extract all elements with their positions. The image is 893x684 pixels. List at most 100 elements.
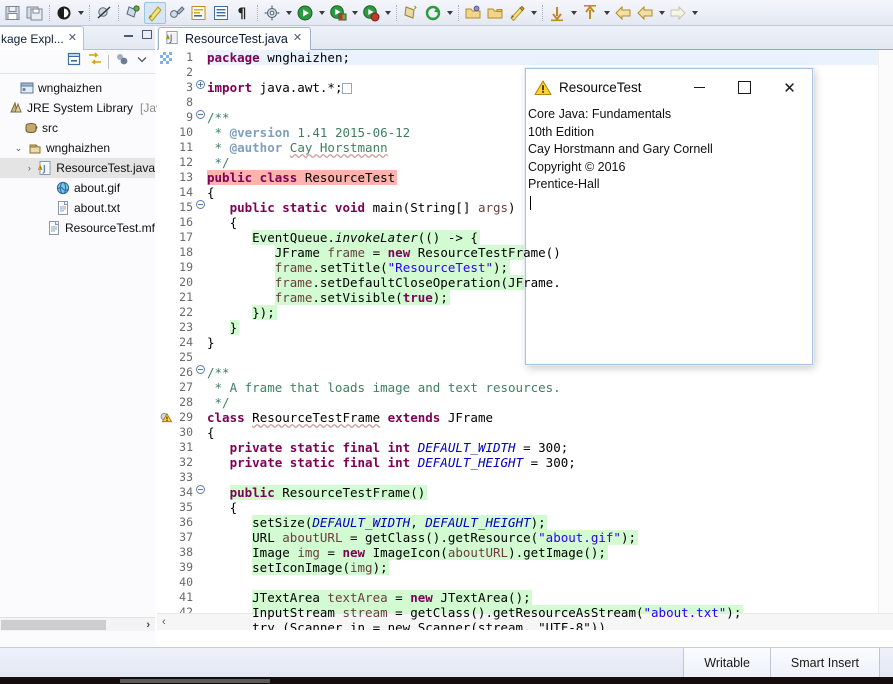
editor-vertical-scrollbar[interactable] (878, 50, 893, 630)
toolbar-separator (49, 4, 50, 21)
external-tools-icon[interactable] (166, 2, 188, 24)
save-all-icon[interactable] (24, 2, 46, 24)
tree-item-jre-library[interactable]: JRE System Library [Java (0, 98, 169, 118)
code-token: frame (274, 260, 313, 275)
package-icon (27, 140, 43, 156)
tree-item-resourcetest-mf[interactable]: ResourceTest.mf (0, 218, 155, 238)
code-token: "about.gif" (538, 530, 621, 545)
collapse-all-icon[interactable] (66, 51, 82, 72)
previous-annotation-icon[interactable] (579, 2, 601, 24)
open-folder-icon[interactable] (462, 2, 484, 24)
focus-on-active-task-icon[interactable] (114, 51, 130, 72)
fold-collapse-icon[interactable] (195, 365, 206, 380)
tree-item-about-gif[interactable]: about.gif (0, 178, 155, 198)
tree-item-label: ResourceTest.java (56, 161, 155, 175)
save-icon[interactable] (2, 2, 24, 24)
link-with-editor-icon[interactable] (87, 51, 103, 72)
scrollbar-thumb[interactable] (1, 619, 106, 630)
new-element-icon[interactable] (144, 1, 166, 24)
open-type-icon[interactable] (210, 2, 232, 24)
chevron-down-icon[interactable] (75, 2, 86, 24)
chevron-down-icon[interactable] (689, 2, 700, 24)
chevron-down-icon[interactable] (349, 2, 360, 24)
debug-icon[interactable] (53, 2, 75, 24)
tree-item-src[interactable]: src (0, 118, 155, 138)
scroll-right-icon[interactable]: › (146, 618, 150, 632)
code-token: wnghaizhen; (259, 50, 350, 65)
back-history-icon[interactable] (612, 2, 634, 24)
maximize-button[interactable] (722, 69, 767, 106)
toolbar-separator (118, 4, 119, 21)
package-explorer-hscrollbar[interactable]: › (0, 617, 155, 631)
chevron-down-icon[interactable] (568, 2, 579, 24)
skip-breakpoints-icon[interactable] (93, 2, 115, 24)
external-tools-config-icon[interactable] (261, 2, 283, 24)
line-number: 2 (186, 65, 193, 79)
code-token: /** (207, 365, 230, 380)
code-token: * (207, 140, 230, 155)
code-token: @version (229, 125, 290, 140)
chevron-down-icon[interactable] (601, 2, 612, 24)
scroll-left-icon[interactable]: ‹ (162, 616, 166, 628)
next-annotation-icon[interactable] (546, 2, 568, 24)
taskbar-active-item[interactable] (120, 679, 270, 683)
code-text: frame.setTitle("ResourceTest"); (207, 260, 508, 275)
new-package-icon[interactable] (400, 2, 422, 24)
txtfile-icon (46, 220, 62, 236)
dialog-textarea[interactable]: Core Java: Fundamentals 10th Edition Cay H… (526, 106, 812, 210)
chevron-down-icon[interactable] (656, 2, 667, 24)
minimize-button[interactable] (677, 69, 722, 106)
code-text: public ResourceTestFrame() (207, 485, 426, 500)
chevron-down-icon[interactable] (444, 2, 455, 24)
line-number: 10 (179, 125, 193, 139)
close-icon[interactable]: ✕ (68, 33, 77, 44)
run-coverage-icon[interactable] (327, 2, 349, 24)
tree-item-about-txt[interactable]: about.txt (0, 198, 155, 218)
show-whitespace-icon[interactable]: ¶ (232, 2, 254, 24)
fold-collapse-icon[interactable] (195, 200, 206, 215)
code-text: /** (207, 365, 230, 380)
expand-arrow-icon[interactable]: ⌄ (13, 143, 24, 154)
tree-item-package[interactable]: ⌄ wnghaizhen (0, 138, 155, 158)
tab-package-explorer[interactable]: kage Expl... ✕ (0, 26, 84, 50)
maximize-icon[interactable] (142, 29, 152, 39)
line-number: 33 (179, 470, 193, 484)
back-icon[interactable] (634, 2, 656, 24)
expand-arrow-icon[interactable]: › (25, 163, 35, 173)
chevron-down-icon[interactable] (528, 2, 539, 24)
chevron-down-icon[interactable] (283, 2, 294, 24)
code-token: Image (207, 545, 298, 560)
close-button[interactable]: ✕ (767, 69, 812, 106)
toggle-markoccurrences-icon[interactable] (188, 2, 210, 24)
new-java-project-icon[interactable] (122, 2, 144, 24)
chevron-down-icon[interactable] (316, 2, 327, 24)
code-token: , (410, 515, 426, 530)
tree-item-resourcetest-java[interactable]: › J ResourceTest.java (0, 158, 155, 178)
forward-icon[interactable] (667, 2, 689, 24)
text-caret (530, 195, 531, 210)
minimize-icon[interactable] (124, 29, 133, 38)
fold-collapse-icon[interactable] (195, 110, 206, 125)
chevron-down-icon[interactable] (382, 2, 393, 24)
line-number: 24 (179, 335, 193, 349)
open-folder2-icon[interactable] (484, 2, 506, 24)
status-insert-mode: Smart Insert (769, 648, 879, 677)
code-token: class (207, 410, 245, 425)
view-menu-icon[interactable] (135, 52, 149, 71)
fold-expand-icon[interactable] (195, 80, 206, 95)
dialog-titlebar[interactable]: ResourceTest ✕ (526, 69, 812, 106)
code-token: { (207, 185, 215, 200)
code-token: DEFAULT_HEIGHT (425, 515, 531, 530)
tree-item-project[interactable]: wnghaizhen (0, 78, 155, 98)
close-icon[interactable]: ✕ (293, 33, 302, 44)
run-icon[interactable] (294, 2, 316, 24)
fold-collapse-icon[interactable] (195, 485, 206, 500)
edit-pencil-icon[interactable] (506, 2, 528, 24)
resourcetest-dialog-window[interactable]: ResourceTest ✕ Core Java: Fundamentals 10… (525, 68, 813, 365)
refresh-icon[interactable] (422, 2, 444, 24)
line-number: 32 (179, 455, 193, 469)
debug-run-icon[interactable] (360, 2, 382, 24)
txtfile-icon (55, 200, 71, 216)
tab-resourcetest-java[interactable]: J ResourceTest.java ✕ (158, 27, 312, 50)
